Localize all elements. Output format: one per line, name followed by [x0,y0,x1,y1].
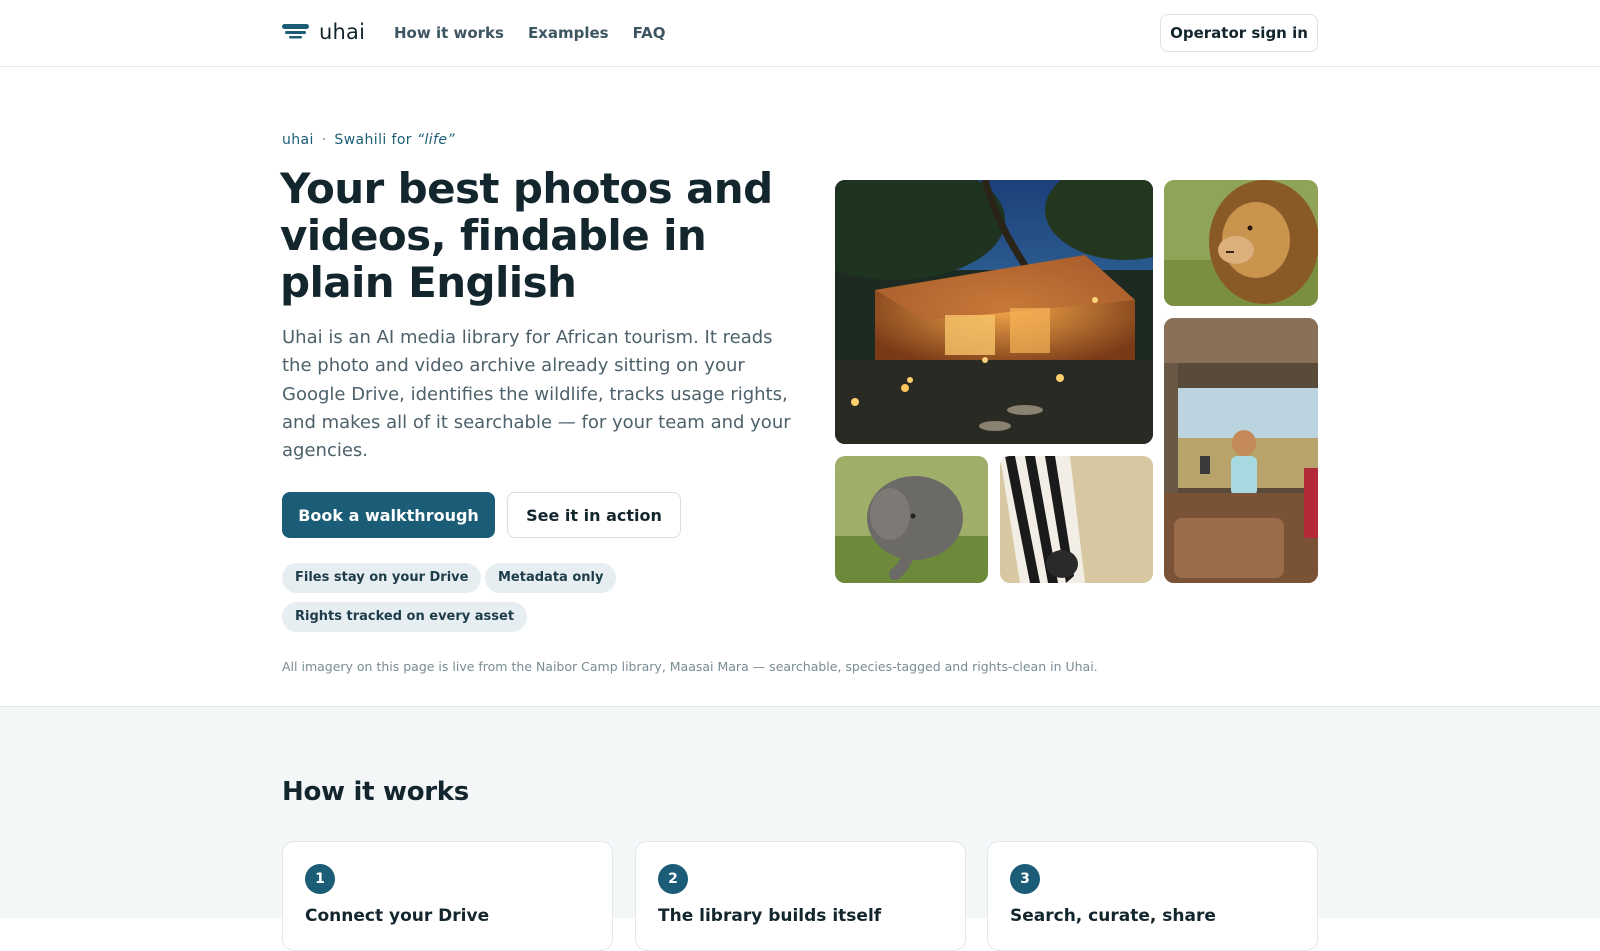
step-title: The library builds itself [658,906,882,926]
elephant-photo [835,456,988,583]
feature-pill-drive: Files stay on your Drive [282,563,482,593]
top-navigation-bar: uhai How it works Examples FAQ Operator … [0,0,1600,67]
nav-link-how-it-works[interactable]: How it works [394,24,504,42]
zebra-photo [1000,456,1153,583]
step-number-badge: 3 [1010,864,1040,894]
uhai-logo-icon [282,24,309,39]
feature-pill-metadata: Metadata only [485,563,617,593]
hero-title: Your best photos and videos, findable in… [280,164,773,307]
how-it-works-section: How it works 1 Connect your Drive 2 The … [0,706,1600,951]
step-card: 3 Search, curate, share [987,841,1318,951]
operator-sign-in-button[interactable]: Operator sign in [1160,14,1318,52]
camp-tent-photo [835,180,1153,444]
step-number-badge: 2 [658,864,688,894]
book-walkthrough-button[interactable]: Book a walkthrough [282,492,495,538]
main-nav: How it works Examples FAQ [394,24,665,42]
eyebrow-prefix: Swahili for [334,132,412,148]
see-in-action-button[interactable]: See it in action [507,492,681,538]
eyebrow-brand: uhai [282,132,314,148]
eyebrow-separator: · [321,132,327,148]
eyebrow-word: “life” [416,132,456,148]
step-card: 1 Connect your Drive [282,841,613,951]
hero-description: Uhai is an AI media library for African … [282,327,791,462]
step-title: Connect your Drive [305,906,490,926]
lion-photo [1164,180,1318,306]
step-number-badge: 1 [305,864,335,894]
step-title: Search, curate, share [1010,906,1216,926]
how-it-works-heading: How it works [282,777,469,807]
imagery-caption: All imagery on this page is live from th… [282,659,1098,674]
brand-name: uhai [319,20,366,44]
feature-pill-rights: Rights tracked on every asset [282,602,528,632]
hero-eyebrow: uhai · Swahili for “life” [282,132,455,148]
step-card: 2 The library builds itself [635,841,966,951]
brand-logo-link[interactable]: uhai [282,20,365,44]
safari-vehicle-photo [1164,318,1318,583]
nav-link-examples[interactable]: Examples [528,24,609,42]
nav-link-faq[interactable]: FAQ [633,24,666,42]
